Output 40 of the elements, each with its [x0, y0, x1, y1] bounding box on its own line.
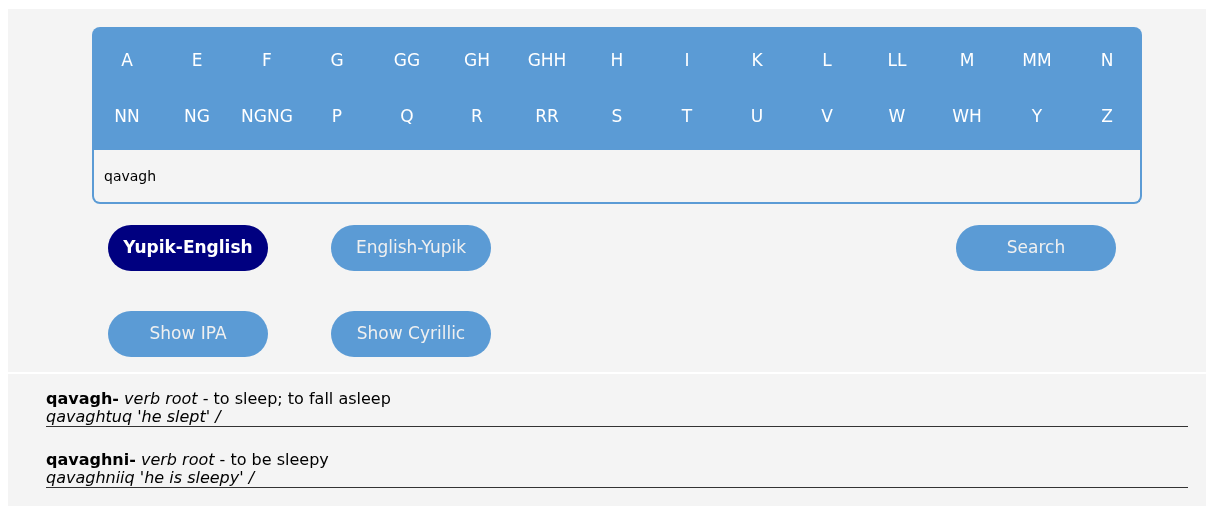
letter-key[interactable]: E	[162, 33, 232, 89]
letter-key[interactable]: NG	[162, 89, 232, 145]
letter-key[interactable]: S	[582, 89, 652, 145]
letter-key[interactable]: NN	[92, 89, 162, 145]
letter-key[interactable]: GG	[372, 33, 442, 89]
letter-key[interactable]: I	[652, 33, 722, 89]
search-button[interactable]: Search	[956, 225, 1116, 271]
search-field[interactable]: qavagh	[92, 150, 1142, 204]
letter-key[interactable]: GH	[442, 33, 512, 89]
letter-key[interactable]: LL	[862, 33, 932, 89]
entry-definition: qavagh- verb root - to sleep; to fall asleep	[46, 390, 392, 408]
entry-definition: qavaghni- verb root - to be sleepy	[46, 451, 330, 469]
letter-key[interactable]: Q	[372, 89, 442, 145]
letter-key[interactable]: F	[232, 33, 302, 89]
letter-key[interactable]: GHH	[512, 33, 582, 89]
letter-key[interactable]: M	[932, 33, 1002, 89]
letter-key[interactable]: Z	[1072, 89, 1142, 145]
letter-key[interactable]: R	[442, 89, 512, 145]
letter-key[interactable]: U	[722, 89, 792, 145]
letter-key[interactable]: K	[722, 33, 792, 89]
letter-key[interactable]: N	[1072, 33, 1142, 89]
entry-example: qavaghtuq 'he slept' /	[46, 408, 223, 426]
toggle-button[interactable]: Show IPA	[108, 311, 268, 357]
letter-key[interactable]: A	[92, 33, 162, 89]
letter-key[interactable]: Y	[1002, 89, 1072, 145]
letter-key[interactable]: NGNG	[232, 89, 302, 145]
letter-key[interactable]: G	[302, 33, 372, 89]
letter-key[interactable]: W	[862, 89, 932, 145]
letter-key[interactable]: P	[302, 89, 372, 145]
mode-tab[interactable]: Yupik-English	[108, 225, 268, 271]
letter-key[interactable]: H	[582, 33, 652, 89]
entry-example: qavaghniiq 'he is sleepy' /	[46, 469, 257, 487]
letter-key[interactable]: V	[792, 89, 862, 145]
letter-key[interactable]: L	[792, 33, 862, 89]
toggle-button[interactable]: Show Cyrillic	[331, 311, 491, 357]
letter-key[interactable]: T	[652, 89, 722, 145]
letter-key[interactable]: WH	[932, 89, 1002, 145]
letter-key[interactable]: MM	[1002, 33, 1072, 89]
mode-tab[interactable]: English-Yupik	[331, 225, 491, 271]
letter-key[interactable]: RR	[512, 89, 582, 145]
